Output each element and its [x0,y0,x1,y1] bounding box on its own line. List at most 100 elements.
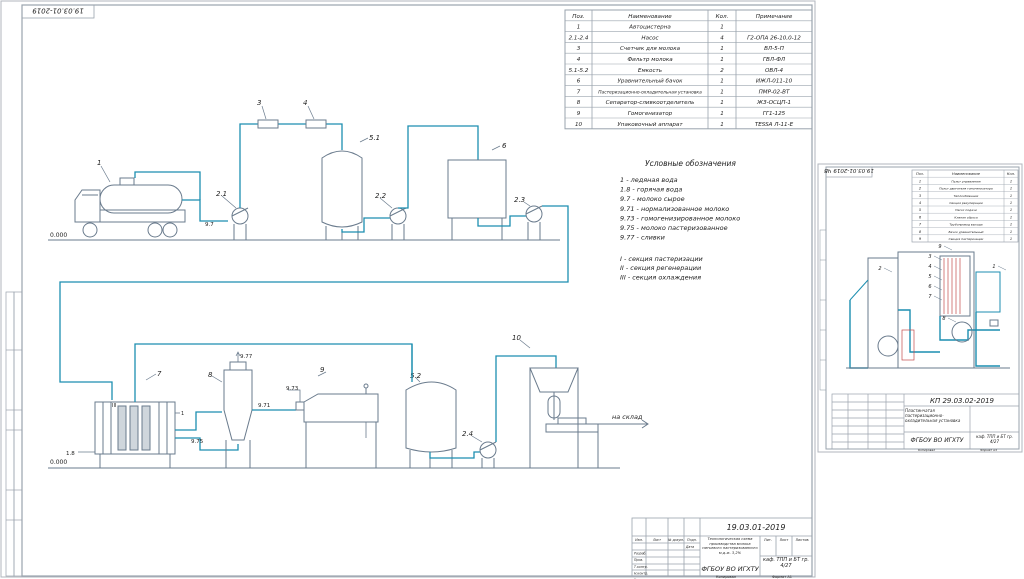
side-cell-6-1: Трубопровод выхода [949,223,982,227]
side-cell-4-1: Насос подачи [955,208,977,212]
spec-cell-3-2: 1 [720,57,724,63]
spec-cell-8-1: Гомогенизатор [628,111,673,117]
pasteurizer-unit-7 [94,401,176,468]
spec-header-0: Поз. [572,14,585,20]
pipe-to-pasteurizer [59,205,569,400]
title-row-label-6: Пров. [634,558,643,562]
side-tag-5: 5 [928,274,931,280]
side-tag-4: 4 [928,264,931,270]
spec-cell-0-0: 1 [577,25,581,31]
tag-pump-2-4: 2.4 [462,430,473,438]
side-cell-1-2: 1 [1010,187,1012,191]
side-cell-8-2: 1 [1010,237,1012,241]
title-format-label: Формат А1 [772,575,792,579]
spec-cell-0-2: 1 [720,25,724,31]
side-title-doc-code: КП 29.03.02-2019 [930,397,995,405]
side-header-0: Поз. [916,172,924,176]
spec-header-3: Примечание [756,14,793,20]
spec-cell-4-0: 5.1-5.2 [569,68,589,74]
tag-packer: 10 [512,334,521,342]
pipe-to-tank-5-1 [239,123,343,208]
title-header-4: Дата [685,545,694,549]
title-header-0: Изм. [635,538,643,542]
tag-counter: 3 [257,99,261,107]
tag-filter: 4 [303,99,307,107]
legend-item-1: 1.8 - горячая вода [620,186,682,194]
pipe-tanker-outlet [182,199,228,222]
tank-5-2 [405,381,457,468]
tag-separator: 8 [208,371,213,379]
spec-cell-9-3: TESSA Л-11-Е [755,122,794,128]
line-label-1: 1 [181,411,184,417]
spec-cell-2-0: 3 [577,46,581,52]
spec-cell-8-2: 1 [720,111,724,117]
spec-cell-9-2: 1 [720,122,724,128]
spec-cell-4-3: ОВЛ-4 [765,68,783,74]
pipe-label-975: 9.75 [191,439,204,445]
side-cell-3-2: 1 [1010,201,1012,205]
legend-section-0: I - секция пастеризации [620,255,703,263]
title-header-1: Лист [652,538,661,542]
title-group: каф. ТПП и БТ гр. 4/27 [762,557,809,569]
side-cell-7-2: 1 [1010,230,1012,234]
title-sheets-label: Листов [795,538,808,542]
side-cell-5-1: Клапан сброса [954,215,977,219]
tag-pasteurizer: 7 [157,370,162,378]
pipe-pasteurizer-top [134,343,413,402]
spec-cell-8-0: 9 [577,111,581,117]
balance-tank-6 [447,159,507,240]
title-copy-label: Копировал [716,575,736,579]
tag-tanker: 1 [97,159,101,167]
title-sheet-label: Лист [780,538,789,542]
pump-2-3 [525,205,543,240]
spec-cell-6-3: ПМР-02-ВТ [759,89,790,95]
pump-2-1 [231,207,249,240]
title-stage-label: Лит. [764,538,772,542]
side-cell-1-1: Пульт двигателя гомогенизатора [939,187,993,191]
warehouse-arrow-label: на склад [612,413,643,421]
spec-cell-1-3: Г2-ОПА 26-10,0-12 [747,35,801,41]
section-mark-1: III [112,403,116,409]
side-cell-4-2: 1 [1010,208,1012,212]
spec-cell-6-0: 7 [577,89,581,95]
legend-block: Условные обозначения 1 - ледяная вода 1.8… [620,159,740,281]
process-diagram: 0.000 0.000 1 9.7 2.1 3 4 5.1 2.2 6 2.3 … [48,99,649,469]
side-header-1: Наименование [952,172,981,176]
side-cell-0-0: 1 [919,179,921,183]
milk-counter [257,119,279,129]
spec-cell-2-2: 1 [720,46,724,52]
spec-cell-5-1: Уравнительный бачок [617,79,683,85]
spec-cell-0-1: Автоцистерна [628,25,671,31]
title-description: Технологическая схема производства молок… [702,537,758,555]
tag-tank-5-1: 5.1 [369,134,380,142]
separator-8 [223,361,253,468]
side-title-group: каф. ТПП и БТ гр. 4/27 [976,434,1013,444]
title-doc-code: 19.03.01-2019 [727,523,786,532]
spec-cell-1-1: Насос [641,35,658,41]
tag-homogenizer: 9 [320,366,325,374]
side-tag-6: 6 [928,284,931,290]
level-mark-upper: 0.000 [50,232,67,239]
tanker-truck [74,177,186,238]
specification-table: Поз. Наименование Кол. Примечание 1 Автоцисте… [564,9,813,130]
side-title-description: Пластинчатая пастеризационно-охладительн… [905,408,961,423]
spec-cell-5-0: 6 [577,79,581,85]
side-tag-8: 8 [942,316,945,322]
side-cell-3-1: Секция рекуперации [949,201,982,205]
side-tag-3: 3 [928,254,931,260]
title-row-label-5: Разраб. [634,552,647,556]
side-format-label: Формат А3 [980,448,997,452]
title-organization: ФГБОУ ВО ИГХТУ [701,565,759,573]
spec-cell-2-1: Счетчик для молока [620,46,681,52]
legend-item-0: 1 - ледяная вода [620,176,678,184]
legend-item-3: 9.71 - нормализованное молоко [620,205,729,213]
tag-balance-tank: 6 [502,142,507,150]
side-title-organization: ФГБОУ ВО ИГХТУ [911,437,964,444]
side-sheet: 19.03.01-2019 ЧВ Поз. Наименование Кол. 1 Пу… [817,163,1023,453]
corner-stamp-code: 19.03.01-2019 [32,7,84,15]
spec-cell-9-0: 10 [575,122,583,128]
legend-section-2: III - секция охлаждения [620,273,701,281]
spec-cell-9-1: Упаковочный аппарат [617,122,683,128]
drawing-canvas: 19.03.01-2019 Поз. Наименование Кол. Примеч… [0,0,1023,579]
spec-cell-7-3: ЖЗ-ОСЦП-1 [756,100,791,106]
